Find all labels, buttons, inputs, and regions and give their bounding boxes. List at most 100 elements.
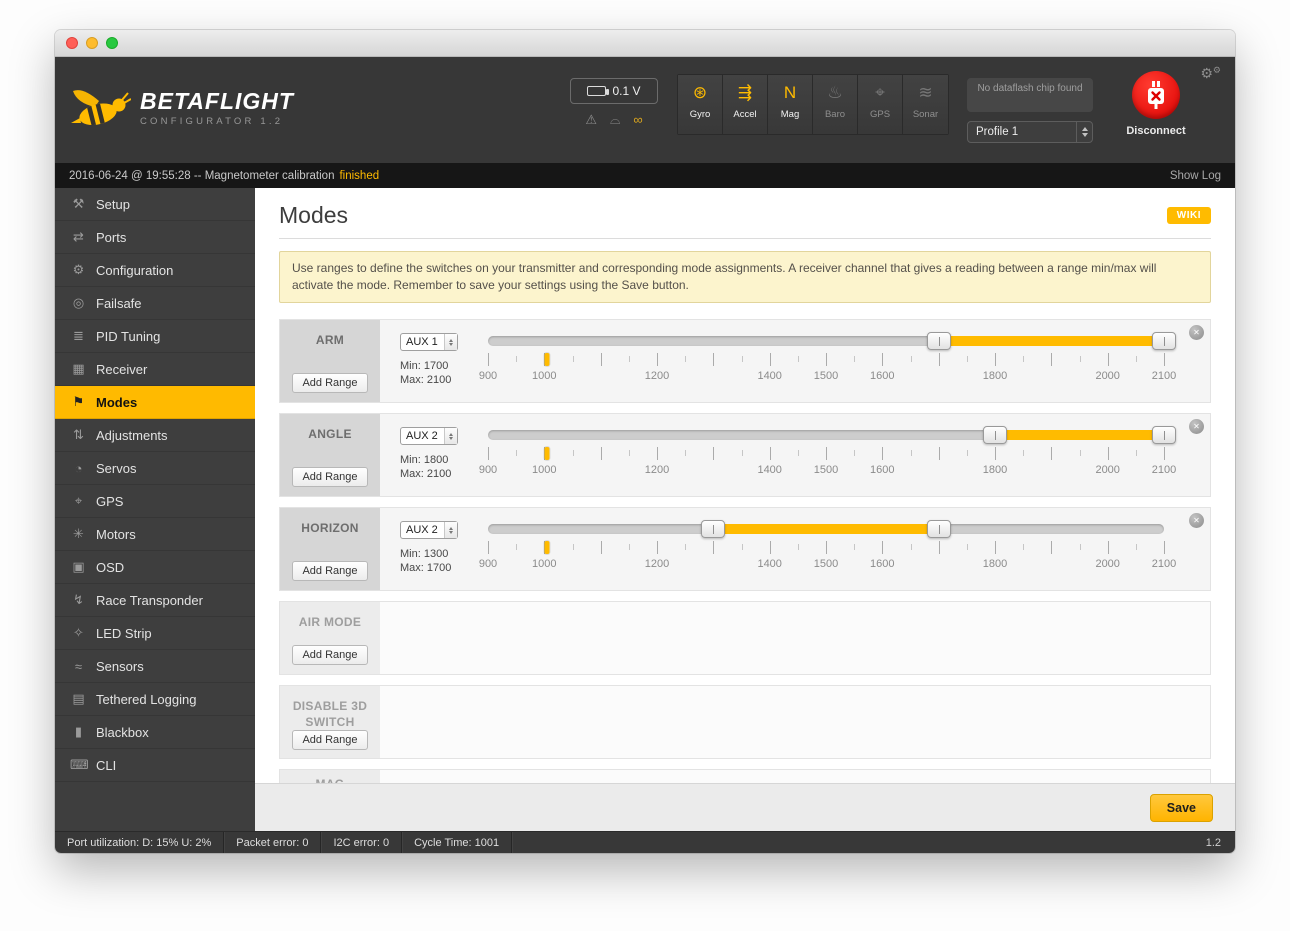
delete-range-button[interactable]: ✕	[1189, 325, 1204, 340]
status-segment: I2C error: 0	[321, 832, 403, 853]
sidebar-item-setup[interactable]: ⚒ Setup	[55, 188, 255, 221]
scale-label: 2100	[1151, 558, 1177, 570]
sidebar-item-tethered-logging[interactable]: ▤ Tethered Logging	[55, 683, 255, 716]
scale-tick	[488, 541, 489, 554]
sidebar-item-led-strip[interactable]: ✧ LED Strip	[55, 617, 255, 650]
slider-handle-max[interactable]	[1152, 426, 1176, 444]
slider-scale: 900 1000 1200 1400 1500 1600 1800 2000 2100	[479, 447, 1176, 491]
osd-icon: ▣	[72, 559, 85, 574]
scale-tick	[713, 541, 715, 554]
mode-row-arm: ARM Add Range AUX 1 Min: 1700 Max: 2100 900 10…	[279, 319, 1211, 403]
scale-tick	[600, 541, 602, 554]
slider-track[interactable]	[488, 426, 1176, 444]
scale-tick	[1051, 353, 1053, 366]
scale-tick	[995, 353, 996, 366]
scale-label: 900	[478, 558, 498, 570]
sidebar-item-configuration[interactable]: ⚙ Configuration	[55, 254, 255, 287]
add-range-button[interactable]: Add Range	[292, 561, 368, 581]
sidebar-item-gps[interactable]: ⌖ GPS	[55, 485, 255, 518]
channel-value-marker	[544, 541, 550, 554]
aux-channel-select[interactable]: AUX 2	[400, 521, 458, 539]
scale-label: 900	[478, 464, 498, 476]
ports-icon: ⇄	[73, 229, 84, 244]
scale-label: 1500	[813, 464, 839, 476]
scale-label: 1400	[757, 370, 782, 382]
delete-range-button[interactable]: ✕	[1189, 513, 1204, 528]
mode-name: HORIZON	[301, 521, 359, 535]
mode-body	[380, 686, 1210, 758]
scale-label: 1500	[813, 370, 839, 382]
sidebar-item-ports[interactable]: ⇄ Ports	[55, 221, 255, 254]
link-icon: ∞	[633, 112, 643, 127]
info-note: Use ranges to define the switches on you…	[279, 251, 1211, 303]
scale-tick	[1079, 544, 1081, 550]
wiki-button[interactable]: WIKI	[1166, 206, 1211, 224]
aux-channel-select[interactable]: AUX 1	[400, 333, 458, 351]
sidebar-item-modes[interactable]: ⚑ Modes	[55, 386, 255, 419]
sidebar-item-servos[interactable]: ◔ Servos	[55, 452, 255, 485]
sidebar-item-adjustments[interactable]: ⇅ Adjustments	[55, 419, 255, 452]
sidebar-item-label: Motors	[96, 526, 136, 542]
save-button[interactable]: Save	[1149, 793, 1213, 822]
aux-channel-select[interactable]: AUX 2	[400, 427, 458, 445]
disconnect-button[interactable]: Disconnect	[1121, 71, 1191, 137]
slider-track[interactable]	[488, 520, 1164, 538]
channel-value-marker	[544, 447, 550, 460]
profile-select[interactable]: Profile 1	[967, 121, 1093, 143]
scale-tick	[1079, 450, 1081, 456]
scale-tick	[516, 544, 518, 550]
sensor-label: GPS	[869, 109, 891, 120]
sidebar-item-label: Servos	[96, 460, 137, 476]
sidebar-item-pid-tuning[interactable]: ≣ PID Tuning	[55, 320, 255, 353]
main-content: Modes WIKI Use ranges to define the swit…	[255, 188, 1235, 831]
sidebar-item-motors[interactable]: ✳ Motors	[55, 518, 255, 551]
scale-label: 1600	[870, 558, 895, 570]
scale-tick	[826, 447, 827, 460]
sidebar-item-label: GPS	[96, 493, 124, 509]
scale-tick	[628, 356, 630, 362]
slider-handle-max[interactable]	[926, 520, 951, 538]
status-version: 1.2	[1205, 836, 1221, 849]
scale-label: 2000	[1095, 370, 1120, 382]
range-min-label: Min: 1800	[400, 454, 449, 466]
sensor-group: ⊛ Gyro ⇶ Accel N Mag ♨ Baro ⌖ GPS ≋ Sonar	[677, 74, 949, 135]
scale-tick	[797, 450, 799, 456]
add-range-button[interactable]: Add Range	[292, 467, 368, 487]
slider-handle-max[interactable]	[1152, 332, 1176, 350]
settings-gear-icon[interactable]: ⚙⚙	[1200, 65, 1221, 82]
sidebar-item-sensors[interactable]: ≈ Sensors	[55, 650, 255, 683]
add-range-button[interactable]: Add Range	[292, 373, 368, 393]
scale-tick	[516, 450, 518, 456]
scale-tick	[628, 544, 630, 550]
betaflight-bee-icon	[71, 90, 131, 128]
scale-label: 1000	[532, 464, 557, 476]
sensor-sonar: ≋ Sonar	[903, 75, 948, 134]
gps-icon: ⌖	[875, 83, 885, 102]
setup-icon: ⚒	[72, 196, 85, 211]
scale-tick	[1023, 544, 1025, 550]
slider-handle-min[interactable]	[701, 520, 726, 538]
add-range-button[interactable]: Add Range	[292, 645, 368, 665]
add-range-button[interactable]: Add Range	[292, 730, 368, 751]
sidebar-item-receiver[interactable]: ▦ Receiver	[55, 353, 255, 386]
scale-tick	[910, 544, 912, 550]
status-bar: Port utilization: D: 15% U: 2% Packet err…	[55, 831, 1235, 853]
sidebar-item-label: Setup	[96, 196, 130, 212]
show-log-button[interactable]: Show Log	[1170, 170, 1221, 182]
sidebar-item-blackbox[interactable]: ▮ Blackbox	[55, 716, 255, 749]
zoom-window-button[interactable]	[106, 37, 118, 49]
range-min-label: Min: 1300	[400, 548, 449, 560]
sidebar-item-race-transponder[interactable]: ↯ Race Transponder	[55, 584, 255, 617]
scale-tick	[572, 450, 574, 456]
slider-track[interactable]	[488, 332, 1176, 350]
sidebar-item-label: Configuration	[96, 262, 174, 278]
slider-handle-min[interactable]	[983, 426, 1007, 444]
close-window-button[interactable]	[66, 37, 78, 49]
sidebar-item-failsafe[interactable]: ◎ Failsafe	[55, 287, 255, 320]
slider-scale: 900 1000 1200 1400 1500 1600 1800 2000 2100	[479, 541, 1176, 585]
sidebar-item-cli[interactable]: ⌨ CLI	[55, 749, 255, 782]
minimize-window-button[interactable]	[86, 37, 98, 49]
delete-range-button[interactable]: ✕	[1189, 419, 1204, 434]
sidebar-item-osd[interactable]: ▣ OSD	[55, 551, 255, 584]
slider-handle-min[interactable]	[926, 332, 951, 350]
